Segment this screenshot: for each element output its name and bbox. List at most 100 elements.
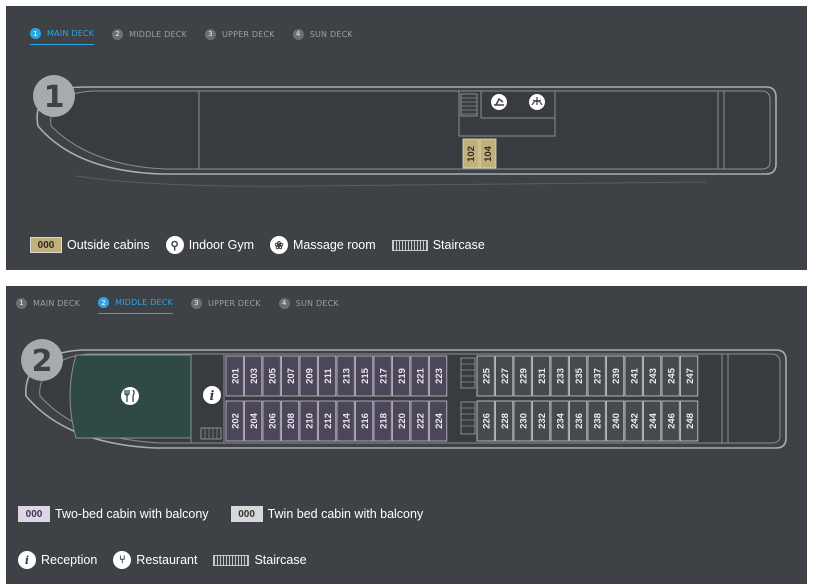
cabin-104[interactable]: 104 [479, 138, 497, 169]
cabin-220[interactable]: 220 [392, 400, 411, 442]
cabin-223[interactable]: 223 [429, 355, 448, 397]
cabin-228[interactable]: 228 [495, 400, 514, 442]
cabin-236[interactable]: 236 [569, 400, 588, 442]
cabin-242[interactable]: 242 [624, 400, 643, 442]
cabin-229[interactable]: 229 [513, 355, 532, 397]
legend-massage-room: ❀ Massage room [270, 236, 376, 254]
cabin-number: 217 [378, 368, 389, 384]
outside-cabin-swatch: 000 [30, 237, 62, 253]
legend-restaurant: ⑂ Restaurant [113, 551, 197, 569]
cabin-number: 247 [685, 368, 696, 384]
legend-label: Restaurant [136, 553, 198, 567]
deck-number-badge: 2 [21, 339, 63, 381]
cabin-number: 229 [518, 368, 529, 384]
cabin-232[interactable]: 232 [532, 400, 551, 442]
cabin-number: 235 [574, 367, 585, 384]
cabin-244[interactable]: 244 [643, 400, 662, 442]
legend-label: Reception [41, 553, 98, 567]
cabin-248[interactable]: 248 [680, 400, 699, 442]
cabin-201[interactable]: 201 [225, 355, 244, 397]
cabin-213[interactable]: 213 [336, 355, 355, 397]
cabin-203[interactable]: 203 [244, 355, 263, 397]
reception-icon: i [18, 551, 36, 569]
cabin-number: 237 [592, 368, 603, 384]
cabin-102[interactable]: 102 [462, 138, 480, 169]
cabin-208[interactable]: 208 [281, 400, 300, 442]
cabin-226[interactable]: 226 [476, 400, 495, 442]
cabin-246[interactable]: 246 [661, 400, 680, 442]
middle-deck-panel: 1 MAIN DECK 2 MIDDLE DECK 3 UPPER DECK 4… [6, 286, 807, 584]
cabin-247[interactable]: 247 [680, 355, 699, 397]
cabin-210[interactable]: 210 [299, 400, 318, 442]
legend-label: Massage room [293, 238, 376, 252]
cabin-234[interactable]: 234 [550, 400, 569, 442]
massage-icon: ❀ [270, 236, 288, 254]
cabin-230[interactable]: 230 [513, 400, 532, 442]
hull-inner [50, 90, 771, 170]
cabin-235[interactable]: 235 [569, 355, 588, 397]
massage-icon [529, 94, 545, 110]
cabin-number: 209 [304, 368, 315, 384]
cabin-number: 205 [267, 367, 278, 384]
restaurant-icon [121, 387, 139, 405]
cabin-219[interactable]: 219 [392, 355, 411, 397]
cabin-215[interactable]: 215 [355, 355, 374, 397]
cabin-number: 203 [249, 368, 260, 384]
cabin-number: 239 [611, 368, 622, 384]
legend-indoor-gym: ⚲ Indoor Gym [165, 236, 254, 254]
cabin-231[interactable]: 231 [532, 355, 551, 397]
cabin-225[interactable]: 225 [476, 355, 495, 397]
cabin-number: 104 [483, 145, 494, 162]
cabin-237[interactable]: 237 [587, 355, 606, 397]
cabin-number: 208 [286, 413, 297, 429]
cabin-206[interactable]: 206 [262, 400, 281, 442]
cabin-number: 207 [286, 368, 297, 384]
cabin-218[interactable]: 218 [373, 400, 392, 442]
cabin-211[interactable]: 211 [318, 355, 337, 397]
cabin-217[interactable]: 217 [373, 355, 392, 397]
cabin-240[interactable]: 240 [606, 400, 625, 442]
cabin-number: 102 [466, 146, 477, 162]
cabin-number: 238 [592, 413, 603, 429]
cabin-number: 202 [230, 413, 241, 429]
cabin-241[interactable]: 241 [624, 355, 643, 397]
cabin-number: 232 [537, 413, 548, 429]
cabin-238[interactable]: 238 [587, 400, 606, 442]
cabin-212[interactable]: 212 [318, 400, 337, 442]
legend-label: Outside cabins [67, 238, 150, 252]
middle-deck-legend-row1: 000 Two-bed cabin with balcony 000 Twin … [18, 506, 423, 522]
cabin-222[interactable]: 222 [410, 400, 429, 442]
cabin-227[interactable]: 227 [495, 355, 514, 397]
cabin-number: 201 [230, 367, 241, 384]
cabin-number: 231 [537, 367, 548, 384]
cabin-number: 222 [415, 413, 426, 429]
cabin-233[interactable]: 233 [550, 355, 569, 397]
cabin-number: 230 [518, 413, 529, 429]
main-deck-legend: 000 Outside cabins ⚲ Indoor Gym ❀ Massag… [30, 236, 485, 254]
cabin-216[interactable]: 216 [355, 400, 374, 442]
cabin-224[interactable]: 224 [429, 400, 448, 442]
cabin-number: 220 [397, 413, 408, 429]
cabin-209[interactable]: 209 [299, 355, 318, 397]
cabin-221[interactable]: 221 [410, 355, 429, 397]
main-deck-plan: 102 104 1 [33, 75, 777, 187]
legend-label: Twin bed cabin with balcony [267, 507, 424, 521]
cabin-214[interactable]: 214 [336, 400, 355, 442]
legend-twin-bed-cabin: 000 Twin bed cabin with balcony [230, 506, 424, 522]
cabin-number: 234 [555, 412, 566, 429]
cabin-245[interactable]: 245 [661, 355, 680, 397]
cabin-202[interactable]: 202 [225, 400, 244, 442]
cabin-number: 219 [397, 368, 408, 384]
cabin-239[interactable]: 239 [606, 355, 625, 397]
legend-staircase: Staircase [391, 238, 485, 252]
hull-bottom-line [75, 175, 707, 187]
cabin-204[interactable]: 204 [244, 400, 263, 442]
cabin-number: 224 [434, 412, 445, 429]
middle-deck-legend-row2: i Reception ⑂ Restaurant Staircase [18, 551, 307, 569]
cabin-number: 244 [648, 412, 659, 429]
cabin-243[interactable]: 243 [643, 355, 662, 397]
cabin-207[interactable]: 207 [281, 355, 300, 397]
cabin-number: 242 [629, 413, 640, 429]
cabin-number: 248 [685, 413, 696, 429]
cabin-205[interactable]: 205 [262, 355, 281, 397]
